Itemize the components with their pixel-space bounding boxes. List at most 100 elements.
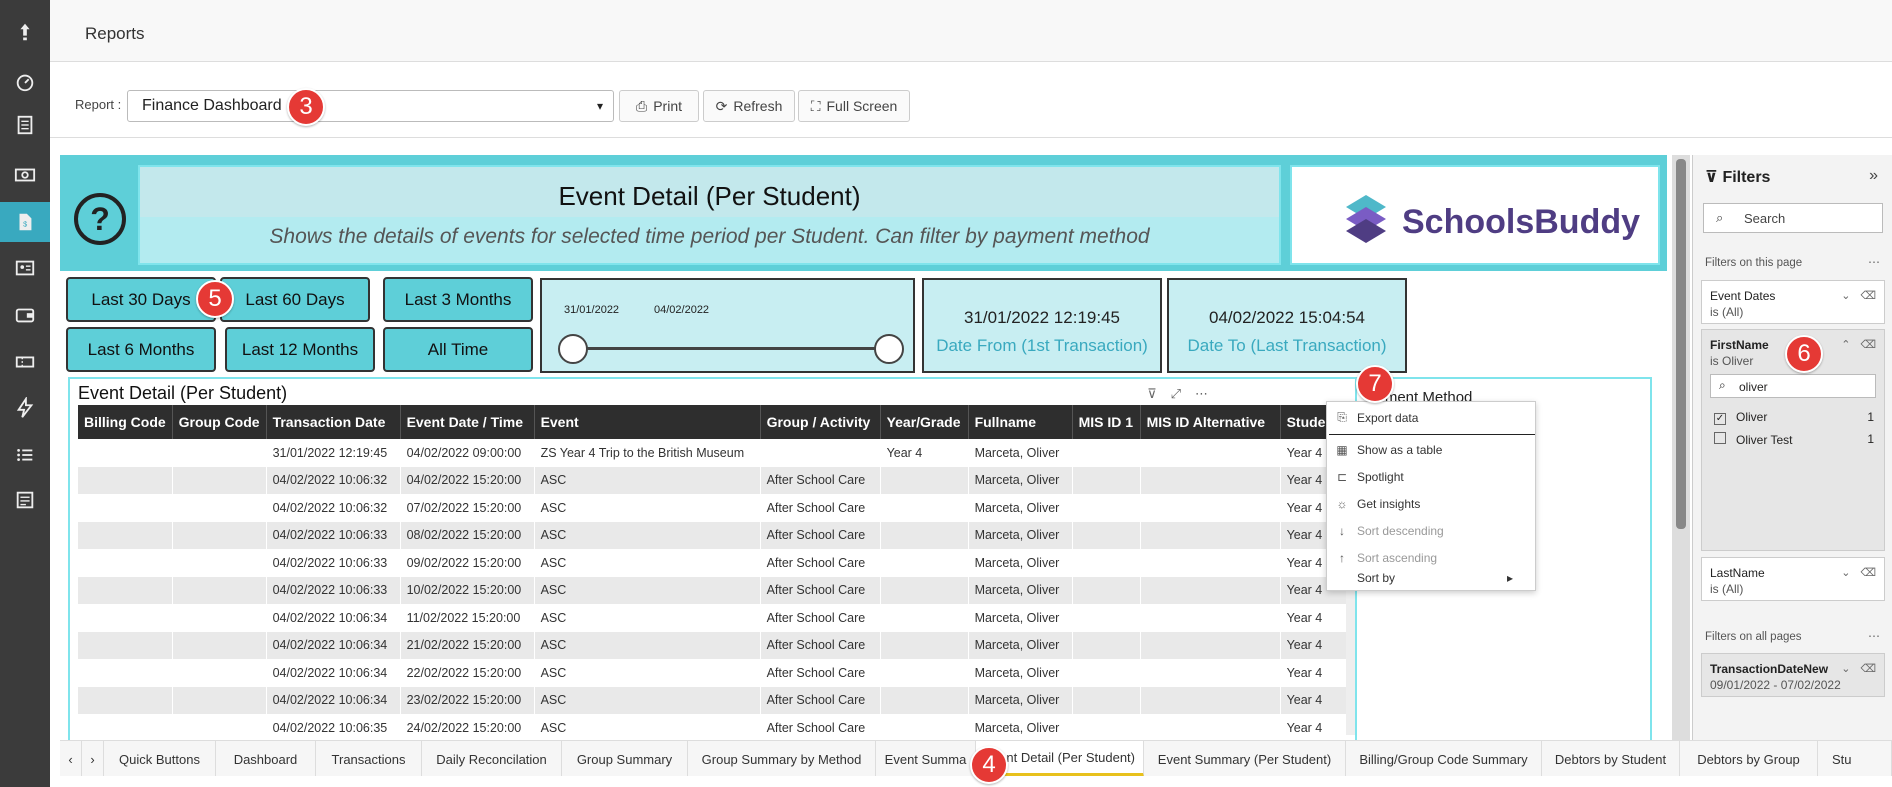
table-row[interactable]: 04/02/2022 10:06:34 11/02/2022 15:20:00 AS… xyxy=(78,604,1351,632)
tab-event-summary-per-student[interactable]: Event Summary (Per Student) xyxy=(1144,741,1346,776)
eraser-icon[interactable]: ⌫ xyxy=(1860,566,1876,579)
filter-card-transaction-date[interactable]: TransactionDateNew 09/01/2022 - 07/02/20… xyxy=(1701,653,1885,697)
table-row[interactable]: 04/02/2022 10:06:35 24/02/2022 15:20:00 AS… xyxy=(78,714,1351,740)
ticket-icon[interactable] xyxy=(0,342,50,382)
menu-item-sort-descending[interactable]: ↓ Sort descending xyxy=(1327,517,1535,544)
filter-card-event-dates[interactable]: Event Dates is (All) ⌄ ⌫ xyxy=(1701,280,1885,324)
print-button[interactable]: ⎙ Print xyxy=(619,90,699,122)
dashboard-gauge-icon[interactable] xyxy=(0,62,50,102)
filter-option-oliver-test[interactable]: Oliver Test 1 xyxy=(1714,432,1874,447)
table-row[interactable]: 04/02/2022 10:06:33 08/02/2022 15:20:00 AS… xyxy=(78,521,1351,549)
table-row[interactable]: 04/02/2022 10:06:32 07/02/2022 15:20:00 AS… xyxy=(78,494,1351,522)
last-3-months-button[interactable]: Last 3 Months xyxy=(383,277,533,322)
checkbox-unchecked[interactable] xyxy=(1714,432,1726,444)
chevron-up-icon[interactable]: ⌃ xyxy=(1841,338,1850,351)
more-options-icon[interactable]: ⋯ xyxy=(1868,255,1880,269)
all-time-button[interactable]: All Time xyxy=(383,327,533,372)
column-header[interactable]: Billing Code xyxy=(78,405,173,439)
eraser-icon[interactable]: ⌫ xyxy=(1860,338,1876,351)
table-cell: Marceta, Oliver xyxy=(968,659,1073,687)
table-row[interactable]: 04/02/2022 10:06:34 21/02/2022 15:20:00 AS… xyxy=(78,631,1351,659)
upload-icon[interactable] xyxy=(0,12,50,52)
filter-card-icons: ⌃ ⌫ xyxy=(1841,338,1876,351)
help-icon[interactable]: ? xyxy=(74,193,126,245)
slider-start-handle[interactable] xyxy=(558,334,588,364)
chevron-down-icon[interactable]: ⌄ xyxy=(1841,662,1850,675)
more-options-icon[interactable]: ⋯ xyxy=(1868,629,1880,643)
last-30-days-button[interactable]: Last 30 Days xyxy=(66,277,216,322)
filter-option-oliver[interactable]: ✓ Oliver 1 xyxy=(1714,410,1874,425)
list-icon[interactable] xyxy=(0,435,50,475)
filter-value: is Oliver xyxy=(1710,354,1754,368)
menu-item-export-data[interactable]: ⎘ Export data xyxy=(1327,404,1535,431)
column-header[interactable]: Event xyxy=(534,405,761,439)
last-60-days-button[interactable]: Last 60 Days xyxy=(220,277,370,322)
column-header[interactable]: Group Code xyxy=(172,405,267,439)
filters-search-input[interactable]: ⌕ Search xyxy=(1703,203,1883,233)
tab-debtors-by-group[interactable]: Debtors by Group xyxy=(1680,741,1818,776)
refresh-button[interactable]: ⟳ Refresh xyxy=(703,90,795,122)
chevron-down-icon[interactable]: ⌄ xyxy=(1841,289,1850,302)
menu-item-spotlight[interactable]: ⊏ Spotlight xyxy=(1327,463,1535,490)
form-icon[interactable] xyxy=(0,480,50,520)
firstname-search-input[interactable]: ⌕ oliver xyxy=(1710,374,1876,398)
column-header[interactable]: MIS ID Alternative xyxy=(1140,405,1281,439)
collapse-pane-icon[interactable]: » xyxy=(1869,167,1878,185)
column-header[interactable]: Event Date / Time xyxy=(400,405,535,439)
table-row[interactable]: 04/02/2022 10:06:33 10/02/2022 15:20:00 AS… xyxy=(78,576,1351,604)
tab-group-summary-by-method[interactable]: Group Summary by Method xyxy=(688,741,876,776)
fullscreen-button[interactable]: ⛶ Full Screen xyxy=(798,90,910,122)
tab-daily-reconcilation[interactable]: Daily Reconcilation xyxy=(422,741,562,776)
tab-event-summary[interactable]: Event Summa xyxy=(876,741,976,776)
table-row[interactable]: 04/02/2022 10:06:34 23/02/2022 15:20:00 AS… xyxy=(78,686,1351,714)
lightning-icon[interactable] xyxy=(0,388,50,428)
table-cell: Year 4 xyxy=(1280,604,1351,632)
table-cell xyxy=(880,576,969,604)
column-header[interactable]: Fullname xyxy=(968,405,1073,439)
document-list-icon[interactable] xyxy=(0,105,50,145)
table-cell xyxy=(78,521,173,549)
more-options-icon[interactable]: ⋯ xyxy=(1195,386,1208,402)
tab-transactions[interactable]: Transactions xyxy=(316,741,422,776)
money-icon[interactable] xyxy=(0,155,50,195)
tab-billing-group-code-summary[interactable]: Billing/Group Code Summary xyxy=(1346,741,1542,776)
tab-group-summary[interactable]: Group Summary xyxy=(562,741,688,776)
table-cell xyxy=(880,631,969,659)
column-header[interactable]: Group / Activity xyxy=(760,405,881,439)
tab-debtors-by-student[interactable]: Debtors by Student xyxy=(1542,741,1680,776)
id-card-icon[interactable] xyxy=(0,248,50,288)
menu-item-show-as-table[interactable]: ▦ Show as a table xyxy=(1327,436,1535,463)
filter-card-lastname[interactable]: LastName is (All) ⌄ ⌫ xyxy=(1701,557,1885,601)
focus-mode-icon[interactable]: ⤢ xyxy=(1171,386,1181,402)
table-cell xyxy=(78,686,173,714)
last-12-months-button[interactable]: Last 12 Months xyxy=(225,327,375,372)
tabs-scroll-right-icon[interactable]: › xyxy=(82,741,104,776)
filter-icon[interactable]: ⊽ xyxy=(1147,386,1157,402)
canvas-scrollbar[interactable] xyxy=(1672,155,1690,740)
tabs-scroll-left-icon[interactable]: ‹ xyxy=(60,741,82,776)
tab-student[interactable]: Stu xyxy=(1818,741,1892,776)
table-cell: Year 4 xyxy=(1280,714,1351,740)
menu-item-get-insights[interactable]: ☼ Get insights xyxy=(1327,490,1535,517)
table-row[interactable]: 04/02/2022 10:06:33 09/02/2022 15:20:00 AS… xyxy=(78,549,1351,577)
last-6-months-button[interactable]: Last 6 Months xyxy=(66,327,216,372)
eraser-icon[interactable]: ⌫ xyxy=(1860,662,1876,675)
eraser-icon[interactable]: ⌫ xyxy=(1860,289,1876,302)
canvas-scrollbar-thumb[interactable] xyxy=(1676,159,1686,529)
menu-item-sort-by[interactable]: Sort by ▸ xyxy=(1327,564,1535,591)
table-row[interactable]: 04/02/2022 10:06:34 22/02/2022 15:20:00 AS… xyxy=(78,659,1351,687)
reports-icon[interactable]: $ xyxy=(0,202,50,242)
table-row[interactable]: 31/01/2022 12:19:45 04/02/2022 09:00:00 ZS… xyxy=(78,439,1351,467)
table-cell xyxy=(172,631,267,659)
column-header[interactable]: Transaction Date xyxy=(266,405,401,439)
checkbox-checked[interactable]: ✓ xyxy=(1714,413,1726,425)
wallet-icon[interactable] xyxy=(0,295,50,335)
tab-quick-buttons[interactable]: Quick Buttons xyxy=(104,741,216,776)
slider-end-handle[interactable] xyxy=(874,334,904,364)
chevron-down-icon[interactable]: ⌄ xyxy=(1841,566,1850,579)
column-header[interactable]: Year/Grade xyxy=(880,405,969,439)
report-select[interactable]: Finance Dashboard ▾ xyxy=(127,90,614,122)
column-header[interactable]: MIS ID 1 xyxy=(1072,405,1141,439)
tab-dashboard[interactable]: Dashboard xyxy=(216,741,316,776)
table-row[interactable]: 04/02/2022 10:06:32 04/02/2022 15:20:00 AS… xyxy=(78,466,1351,494)
